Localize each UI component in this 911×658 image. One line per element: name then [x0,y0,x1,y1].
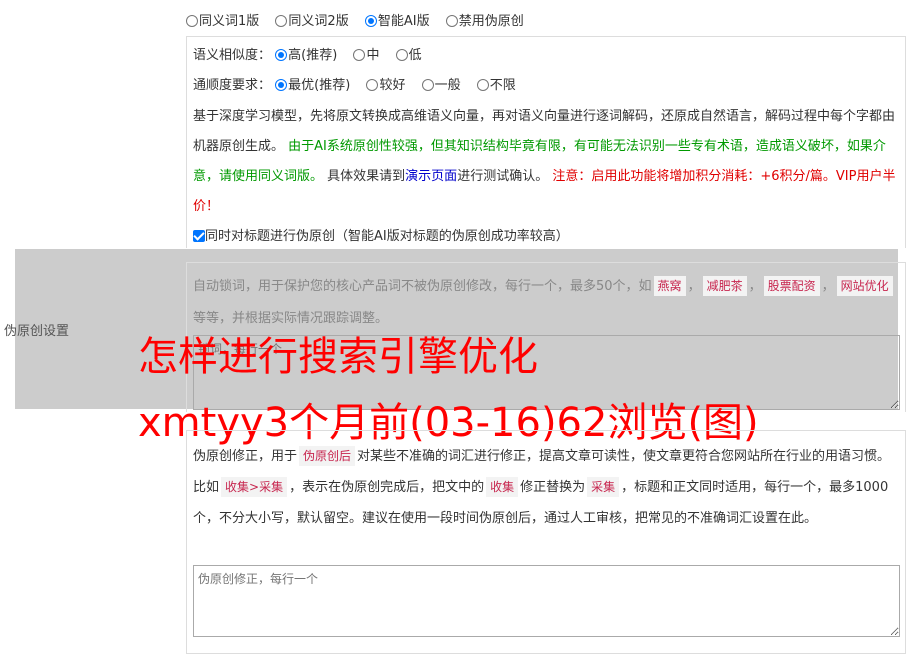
mode-option-synonym2[interactable]: 同义词2版 [275,10,349,29]
fluency-option-normal[interactable]: 一般 [421,76,461,96]
title-rewrite-checkbox[interactable] [193,230,205,242]
similarity-label: 语义相似度： [193,48,272,63]
keyword-tag: 股票配资 [763,276,820,296]
section-label: 伪原创设置 [4,324,70,339]
radio-icon[interactable] [476,79,489,91]
similarity-option-low[interactable]: 低 [395,46,422,66]
mode-option-synonym1[interactable]: 同义词1版 [186,10,259,29]
mode-radio-group: 同义词1版 同义词2版 智能AI版 禁用伪原创 [186,10,536,29]
fluency-option-good[interactable]: 较好 [366,76,405,96]
ai-settings-panel: 语义相似度： 高(推荐) 中 低 通顺度要求： 最优(推荐) 较好 一般 不限 … [186,36,906,248]
radio-icon[interactable] [186,15,198,27]
example-tag: 伪原创后 [299,446,356,466]
similarity-option-mid[interactable]: 中 [353,46,379,66]
fluency-row: 通顺度要求： 最优(推荐) 较好 一般 不限 [193,76,528,96]
title-rewrite-row: 同时对标题进行伪原创（智能AI版对标题的伪原创成功率较高） [193,227,569,247]
keyword-tag: 网站优化 [836,276,893,296]
correction-description: 伪原创修正，用于 伪原创后 对某些不准确的词汇进行修正，提高文章可读性，使文章更符合… [193,441,899,534]
fluency-option-best[interactable]: 最优(推荐) [275,76,350,96]
correction-panel: 伪原创修正，用于 伪原创后 对某些不准确的词汇进行修正，提高文章可读性，使文章更符合… [186,430,906,654]
correction-input[interactable] [193,565,900,637]
overlay-title: 怎样进行搜索引擎优化 [138,334,538,380]
example-tag: 收集 [486,477,519,497]
title-rewrite-label: 同时对标题进行伪原创（智能AI版对标题的伪原创成功率较高） [205,229,569,244]
lock-words-description: 自动锁词，用于保护您的核心产品词不被伪原创修改，每行一个，最多50个，如 燕窝，减… [193,271,899,335]
similarity-row: 语义相似度： 高(推荐) 中 低 [193,46,434,66]
radio-icon[interactable] [395,49,408,61]
example-tag: 收集>采集 [221,477,288,497]
radio-icon[interactable] [445,15,458,27]
similarity-option-high[interactable]: 高(推荐) [275,46,337,66]
radio-selected-icon[interactable] [275,49,288,61]
radio-selected-icon[interactable] [364,15,377,27]
fluency-label: 通顺度要求： [193,78,272,93]
radio-icon[interactable] [421,79,434,91]
fluency-option-any[interactable]: 不限 [476,76,516,96]
demo-page-link[interactable]: 演示页面 [405,169,457,184]
radio-icon[interactable] [353,49,366,61]
radio-selected-icon[interactable] [275,79,288,91]
radio-icon[interactable] [366,79,379,91]
mode-option-disable[interactable]: 禁用伪原创 [445,10,524,29]
keyword-tag: 燕窝 [653,276,686,296]
example-tag: 采集 [587,477,620,497]
keyword-tag: 减肥茶 [702,276,747,296]
radio-icon[interactable] [275,15,288,27]
ai-description: 基于深度学习模型，先将原文转换成高维语义向量，再对语义向量进行逐词解码，还原成自… [193,109,896,214]
mode-option-ai[interactable]: 智能AI版 [364,10,430,29]
